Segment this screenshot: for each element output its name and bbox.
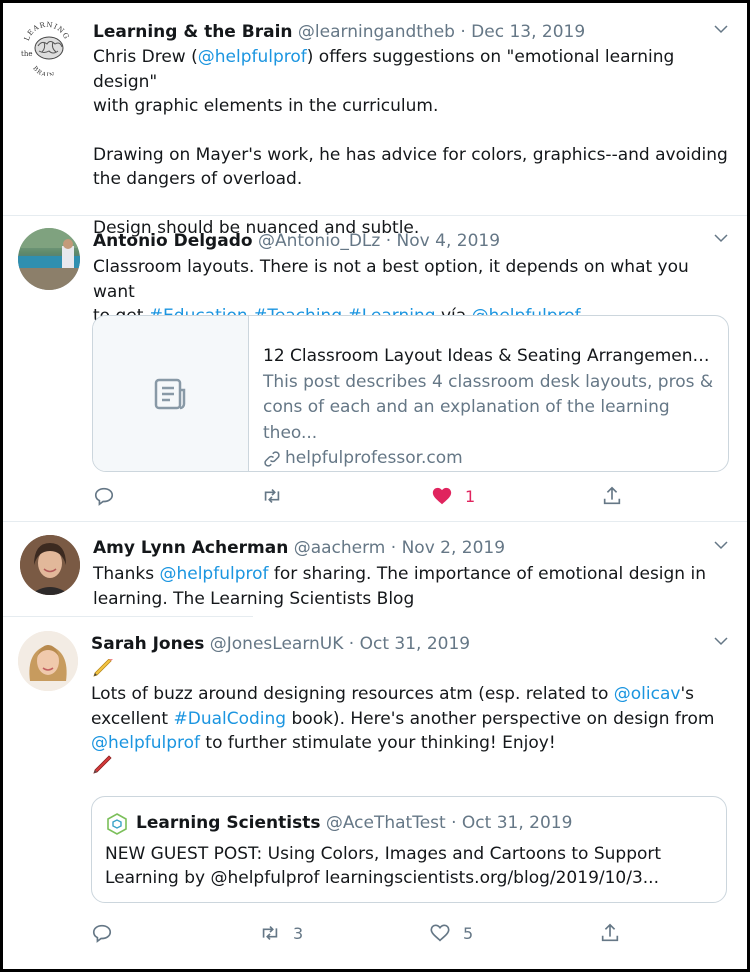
quoted-tweet-text: NEW GUEST POST: Using Colors, Images and… xyxy=(105,844,662,888)
reply-button[interactable] xyxy=(91,922,113,944)
separator: · xyxy=(385,231,392,251)
retweet-icon xyxy=(264,488,280,504)
display-name[interactable]: Antonio Delgado xyxy=(93,231,253,251)
like-count: 1 xyxy=(465,486,476,506)
like-button[interactable]: 1 xyxy=(431,485,475,507)
tweet-text: Thanks @helpfulprof for sharing. The imp… xyxy=(93,564,706,609)
reply-icon xyxy=(92,924,112,943)
learning-scientists-logo-icon xyxy=(107,813,127,835)
tweet-text: Chris Drew (@helpfulprof) offers suggest… xyxy=(93,47,728,238)
svg-text:the: the xyxy=(21,50,32,58)
link-icon xyxy=(264,451,280,467)
chevron-down-icon[interactable] xyxy=(712,20,730,38)
tweet-text: Lots of buzz around designing resources … xyxy=(91,684,715,753)
like-button[interactable]: 5 xyxy=(429,922,473,944)
divider xyxy=(3,616,253,617)
divider xyxy=(3,521,747,522)
chevron-down-icon[interactable] xyxy=(712,229,730,247)
retweet-button[interactable]: 3 xyxy=(259,922,303,944)
like-count: 5 xyxy=(463,923,474,943)
mention-link[interactable]: @olicav xyxy=(614,684,681,704)
avatar[interactable] xyxy=(18,631,78,691)
tweet-date[interactable]: Nov 2, 2019 xyxy=(402,538,505,558)
avatar[interactable] xyxy=(20,535,80,595)
quoted-tweet[interactable]: Learning Scientists @AceThatTest · Oct 3… xyxy=(91,796,727,903)
retweet-button[interactable] xyxy=(261,485,283,507)
pencil-emoji-icon xyxy=(93,659,113,677)
share-icon xyxy=(603,486,621,505)
separator: · xyxy=(460,22,466,42)
svg-text:BRAIN: BRAIN xyxy=(31,65,56,76)
card-description-line: This post describes 4 classroom desk lay… xyxy=(263,371,714,392)
display-name[interactable]: Amy Lynn Acherman xyxy=(93,538,288,558)
retweet-count: 3 xyxy=(293,923,304,943)
quoted-tweet-date[interactable]: Oct 31, 2019 xyxy=(462,813,573,833)
user-handle[interactable]: @learningandtheb xyxy=(298,22,455,42)
chevron-down-icon[interactable] xyxy=(712,536,730,554)
retweet-icon xyxy=(262,925,278,941)
separator: · xyxy=(348,634,355,654)
reply-icon xyxy=(94,487,114,506)
display-name[interactable]: Learning & the Brain xyxy=(93,22,293,42)
red-pencil-emoji-icon xyxy=(93,755,112,774)
link-card[interactable]: 12 Classroom Layout Ideas & Seating Arra… xyxy=(92,315,729,472)
mention-link[interactable]: @helpfulprof xyxy=(198,47,307,67)
mention-link[interactable]: @helpfulprof xyxy=(159,564,268,584)
card-title[interactable]: 12 Classroom Layout Ideas & Seating Arra… xyxy=(263,344,716,370)
tweet-date[interactable]: Nov 4, 2019 xyxy=(397,231,500,251)
card-thumbnail xyxy=(93,316,249,471)
quoted-display-name[interactable]: Learning Scientists xyxy=(136,813,320,833)
share-button[interactable] xyxy=(599,922,621,944)
card-domain[interactable]: helpfulprofessor.com xyxy=(285,446,463,471)
share-icon xyxy=(601,923,619,942)
hashtag-link[interactable]: #DualCoding xyxy=(173,709,286,729)
display-name[interactable]: Sarah Jones xyxy=(91,634,204,654)
tweet-date[interactable]: Oct 31, 2019 xyxy=(360,634,471,654)
divider xyxy=(3,215,747,216)
user-handle[interactable]: @JonesLearnUK xyxy=(210,634,344,654)
chevron-down-icon[interactable] xyxy=(712,632,730,650)
heart-filled-icon xyxy=(432,487,452,505)
quoted-user-handle[interactable]: @AceThatTest xyxy=(326,813,446,833)
heart-outline-icon xyxy=(430,924,450,942)
user-handle[interactable]: @aacherm xyxy=(294,538,386,558)
share-button[interactable] xyxy=(601,485,623,507)
separator: · xyxy=(390,538,397,558)
separator: · xyxy=(451,813,457,833)
document-icon xyxy=(154,378,185,409)
avatar[interactable]: LEARNING the BRAIN xyxy=(18,18,76,76)
card-description-line: cons of each and an explanation of the l… xyxy=(263,397,670,443)
avatar[interactable] xyxy=(18,228,80,290)
mention-link[interactable]: @helpfulprof xyxy=(91,733,200,753)
user-handle[interactable]: @Antonio_DLz xyxy=(258,231,380,251)
tweet-date[interactable]: Dec 13, 2019 xyxy=(471,22,585,42)
reply-button[interactable] xyxy=(93,485,115,507)
